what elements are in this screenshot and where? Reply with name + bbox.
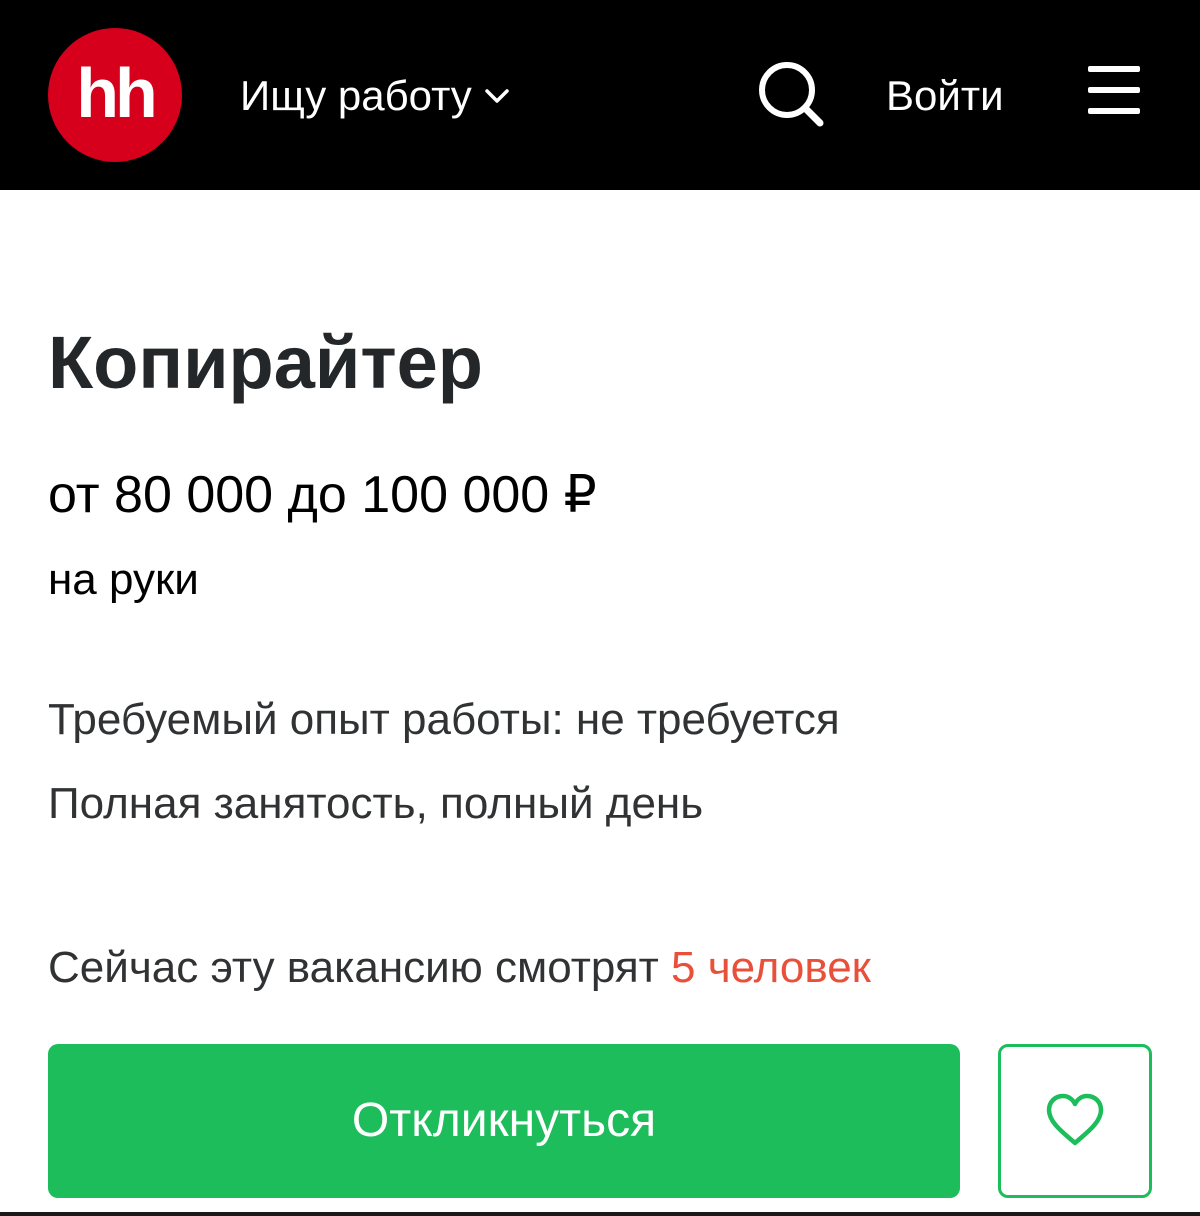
search-icon xyxy=(759,62,824,127)
hamburger-icon xyxy=(1088,66,1140,114)
viewers-info: Сейчас эту вакансию смотрят 5 человек xyxy=(48,940,871,996)
logo-text: hh xyxy=(76,54,158,132)
employment-type: Полная занятость, полный день xyxy=(48,779,704,828)
experience-requirement: Требуемый опыт работы: не требуется xyxy=(48,695,840,744)
viewers-count: 5 человек xyxy=(671,943,871,992)
bottom-edge xyxy=(0,1212,1200,1216)
login-link[interactable]: Войти xyxy=(886,68,1004,124)
vacancy-title: Копирайтер xyxy=(48,321,484,404)
heart-icon xyxy=(1046,1093,1104,1146)
top-navbar: hh Ищу работу Войти xyxy=(0,0,1200,190)
hh-logo[interactable]: hh xyxy=(48,28,182,162)
role-dropdown[interactable]: Ищу работу xyxy=(240,68,514,124)
vacancy-page: hh Ищу работу Войти Копирайтер от 80 000… xyxy=(0,0,1200,1216)
viewers-prefix: Сейчас эту вакансию смотрят xyxy=(48,943,659,992)
favorite-button[interactable] xyxy=(998,1044,1152,1198)
role-dropdown-label: Ищу работу xyxy=(240,72,472,119)
salary-note: на руки xyxy=(48,555,199,604)
menu-button[interactable] xyxy=(1084,60,1144,120)
search-button[interactable] xyxy=(752,55,828,131)
salary-range: от 80 000 до 100 000 ₽ xyxy=(48,466,597,524)
apply-button[interactable]: Откликнуться xyxy=(48,1044,960,1198)
apply-button-label: Откликнуться xyxy=(351,1094,657,1147)
chevron-down-icon xyxy=(480,79,514,113)
